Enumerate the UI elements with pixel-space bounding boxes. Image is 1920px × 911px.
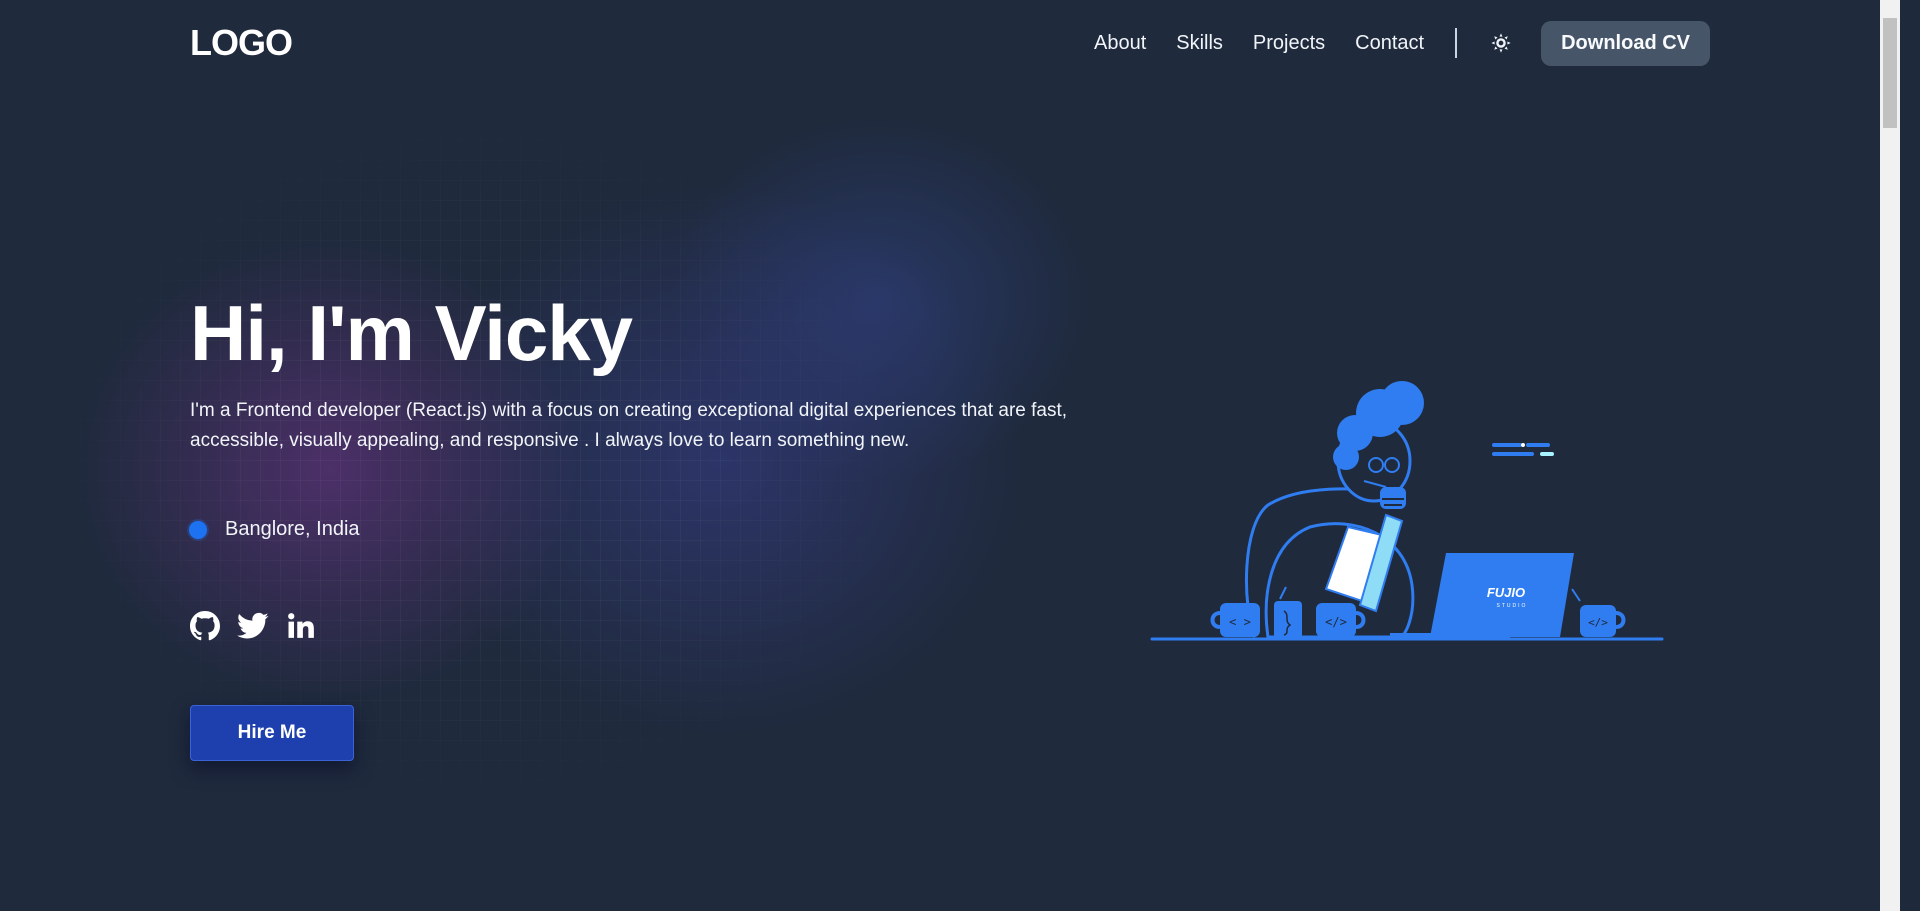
laptop-brand: FUJIO: [1487, 585, 1525, 600]
mug-3: </>: [1571, 588, 1626, 637]
github-icon: [190, 611, 220, 641]
nav-projects[interactable]: Projects: [1253, 32, 1325, 55]
nav-about[interactable]: About: [1094, 32, 1146, 55]
site-header: LOGO About Skills Projects Contact Downl…: [0, 0, 1900, 90]
hire-me-button[interactable]: Hire Me: [190, 705, 354, 761]
hero-title: Hi, I'm Vicky: [190, 289, 633, 377]
nav-contact[interactable]: Contact: [1355, 32, 1424, 55]
twitter-link[interactable]: [237, 610, 269, 642]
scrollbar-thumb[interactable]: [1883, 18, 1897, 128]
developer-illustration: FUJIO STUDIO < > </> </>: [1150, 381, 1664, 641]
main-nav: About Skills Projects Contact Download C…: [1094, 20, 1710, 66]
twitter-icon: [237, 612, 269, 639]
location: Banglore, India: [189, 518, 360, 541]
download-cv-button[interactable]: Download CV: [1541, 20, 1710, 66]
logo[interactable]: LOGO: [190, 22, 293, 64]
svg-text:</>: </>: [1588, 616, 1608, 629]
nav-skills[interactable]: Skills: [1176, 32, 1223, 55]
hero-description: I'm a Frontend developer (React.js) with…: [190, 400, 1068, 451]
social-links: [189, 610, 333, 642]
laptop-subtitle: STUDIO: [1497, 603, 1528, 609]
sun-icon: [1491, 33, 1511, 53]
linkedin-icon: [288, 613, 314, 638]
svg-text:< >: < >: [1229, 615, 1251, 629]
github-link[interactable]: [189, 610, 221, 642]
linkedin-link[interactable]: [285, 610, 317, 642]
theme-toggle-button[interactable]: [1487, 29, 1515, 57]
page: LOGO About Skills Projects Contact Downl…: [0, 0, 1900, 911]
location-text: Banglore, India: [225, 518, 360, 540]
mug-1: < >: [1210, 603, 1260, 637]
location-dot-icon: [189, 520, 207, 539]
svg-text:</>: </>: [1325, 615, 1347, 629]
page-scrollbar[interactable]: [1880, 0, 1900, 911]
nav-divider: [1455, 28, 1458, 58]
